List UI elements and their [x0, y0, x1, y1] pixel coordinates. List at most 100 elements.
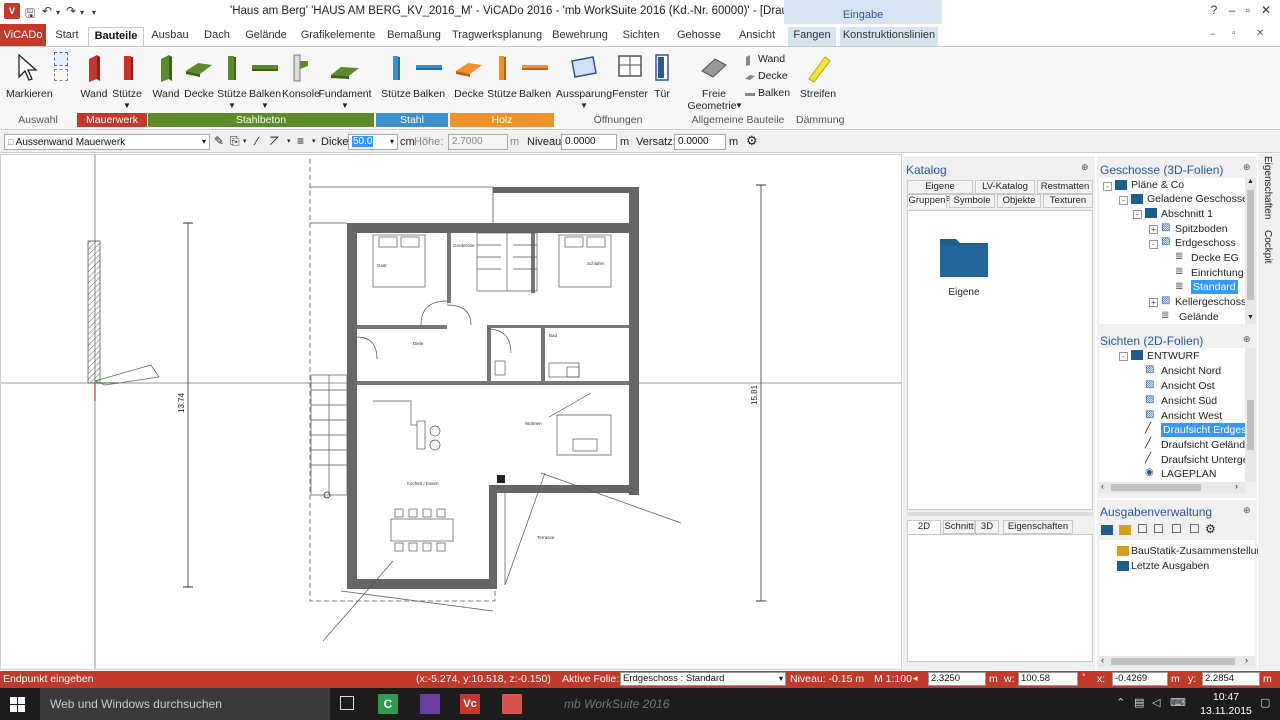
app-purple-icon[interactable] [420, 694, 440, 714]
a-input[interactable]: 2.3250 [928, 672, 986, 686]
tree-item[interactable]: Ansicht Ost [1161, 379, 1215, 393]
action-center-icon[interactable]: ▢ [1260, 696, 1270, 709]
horizontal-scrollbar[interactable]: ‹ › [1099, 481, 1245, 493]
app-green-icon[interactable]: C [378, 694, 398, 714]
open-folder-icon[interactable] [1119, 525, 1131, 535]
tree-item-selected[interactable]: Standard [1191, 280, 1238, 294]
tree-item[interactable]: Gelände [1179, 310, 1219, 324]
stahlbeton-stuetze-button[interactable]: Stütze ▼ [216, 51, 248, 113]
katalog-splitter[interactable] [907, 512, 1093, 516]
tree-item[interactable]: Spitzboden [1175, 222, 1228, 236]
scroll-left-icon[interactable]: ‹ [1101, 481, 1104, 491]
scroll-left-icon[interactable]: ‹ [1101, 655, 1104, 665]
scroll-down-icon[interactable]: ▼ [1247, 314, 1254, 321]
tab-fangen[interactable]: Fangen [788, 27, 836, 46]
tree-item[interactable]: Decke EG [1191, 251, 1239, 265]
pin-icon[interactable]: ⊕ [1243, 162, 1251, 173]
y-input[interactable]: 2.2854 [1202, 672, 1260, 686]
tab-ausbau[interactable]: Ausbau [148, 27, 192, 46]
tree-item[interactable]: Einrichtung [1191, 266, 1244, 280]
settings-gear-icon[interactable]: ⚙ [1205, 522, 1216, 536]
settings-gear-icon[interactable]: ⚙ [746, 133, 758, 149]
stahl-balken-button[interactable]: Balken [412, 51, 446, 101]
tree-item[interactable]: Abschnitt 1 [1161, 207, 1213, 221]
bauteil-select[interactable]: □ Aussenwand Mauerwerk ▾ [4, 134, 210, 150]
vertical-scrollbar[interactable] [1245, 348, 1256, 482]
tree-item[interactable]: Ansicht Nord [1161, 364, 1221, 378]
tab-start[interactable]: Start [50, 27, 84, 46]
tree-item[interactable]: Geladene Geschosse [1147, 192, 1245, 206]
tree-item[interactable]: Draufsicht Untergeschoss [1161, 453, 1245, 467]
side-tab-eigenschaften[interactable]: Eigenschaften [1262, 156, 1273, 219]
help-icon[interactable]: ? [1204, 3, 1224, 21]
edit-properties-icon[interactable]: ✎ [214, 134, 224, 148]
scroll-thumb[interactable] [1247, 400, 1254, 450]
expander[interactable]: - [1133, 210, 1142, 219]
pipette-icon[interactable]: ∕ [256, 134, 258, 148]
stahl-stuetze-button[interactable]: Stütze [380, 51, 412, 101]
tree-item[interactable]: Pläne & Co [1131, 178, 1184, 192]
ribbon-restore-icon[interactable]: ▫ [1232, 28, 1236, 39]
tab-eigene-dateien[interactable]: Eigene Dateien [907, 180, 973, 204]
tab-tragwerksplanung[interactable]: Tragwerksplanung [452, 27, 542, 46]
stahlbeton-konsole-button[interactable]: Konsole [282, 51, 320, 101]
tab-lv-katalog[interactable]: LV-Katalog [975, 180, 1035, 194]
tree-item[interactable]: Kellergeschoss [1175, 295, 1245, 309]
allgemein-decke-button[interactable]: Decke [744, 70, 792, 84]
expander[interactable]: - [1119, 196, 1128, 205]
document-export-icon[interactable]: ☐ [1189, 522, 1200, 536]
stahlbeton-decke-button[interactable]: Decke [182, 51, 216, 101]
tab-bemassung[interactable]: Bemaßung [384, 27, 444, 46]
network-icon[interactable]: ▤ [1134, 696, 1144, 709]
scale-arrow-icon[interactable]: ◂ [913, 673, 918, 684]
scroll-thumb[interactable] [1247, 190, 1254, 300]
document-copy-icon[interactable]: ☐ [1171, 522, 1182, 536]
tab-gelaende[interactable]: Gelände [244, 27, 288, 46]
notification-up-icon[interactable]: ⌃ [1116, 696, 1125, 709]
tab-3d[interactable]: 3D [975, 520, 999, 534]
w-input[interactable]: 100.58 [1018, 672, 1078, 686]
aussparung-button[interactable]: Aussparung ▼ [556, 51, 612, 113]
mauerwerk-wand-button[interactable]: Wand [80, 51, 108, 101]
document-icon[interactable]: ☐ [1137, 522, 1148, 536]
markieren-button[interactable]: Markieren [6, 51, 53, 101]
streifen-button[interactable]: Streifen [798, 51, 838, 101]
expander[interactable]: + [1149, 298, 1158, 307]
side-tab-cockpit[interactable]: Cockpit [1262, 230, 1273, 263]
tree-item[interactable]: Erdgeschoss [1175, 236, 1236, 250]
ribbon-close-icon[interactable]: ✕ [1256, 28, 1264, 39]
tree-item-selected[interactable]: Draufsicht Erdgeschoss [1161, 423, 1245, 437]
maximize-button[interactable]: ▫ [1238, 3, 1258, 21]
mauerwerk-stuetze-button[interactable]: Stütze ▼ [110, 51, 144, 113]
app-vicado-icon[interactable]: Vc [460, 694, 480, 714]
tab-symbole[interactable]: Symbole [949, 194, 995, 208]
scroll-thumb[interactable] [1111, 658, 1235, 665]
keyboard-icon[interactable]: ⌨ [1170, 696, 1186, 709]
expander[interactable]: - [1119, 352, 1128, 361]
freie-geometrie-button[interactable]: Freie Geometrie ▼ [684, 51, 744, 113]
copy-dropdown-icon[interactable]: ▾ [243, 137, 247, 145]
close-button[interactable]: ✕ [1256, 3, 1276, 21]
scroll-right-icon[interactable]: › [1245, 655, 1248, 665]
tab-objekte[interactable]: Objekte [997, 194, 1041, 208]
axis-dropdown-icon[interactable]: ▾ [287, 137, 291, 145]
select-window-icon[interactable] [54, 52, 68, 66]
copy-icon[interactable]: ⎘ [230, 134, 240, 149]
holz-balken-button[interactable]: Balken [518, 51, 552, 101]
holz-stuetze-button[interactable]: Stütze [486, 51, 518, 101]
expander[interactable]: - [1149, 240, 1158, 249]
allgemein-balken-button[interactable]: Balken [744, 87, 792, 101]
line-style-icon[interactable]: ≡ [297, 134, 304, 148]
windows-start-icon[interactable] [10, 697, 26, 713]
expander[interactable]: - [1103, 182, 1112, 191]
allgemein-wand-button[interactable]: Wand [744, 53, 792, 67]
dicke-input[interactable]: 50.0 ▾ [348, 134, 398, 150]
tree-item[interactable]: BauStatik-Zusammenstellung [1131, 544, 1268, 558]
tuer-button[interactable]: Tür [648, 51, 676, 101]
tree-item[interactable]: LAGEPLAN [1161, 467, 1216, 481]
undo-dropdown-icon[interactable]: ▾ [56, 8, 60, 17]
tab-sichten[interactable]: Sichten [618, 27, 664, 46]
x-input[interactable]: -0.4269 [1112, 672, 1168, 686]
holz-decke-button[interactable]: Decke [452, 51, 486, 101]
volume-icon[interactable]: ◁ [1152, 696, 1160, 709]
